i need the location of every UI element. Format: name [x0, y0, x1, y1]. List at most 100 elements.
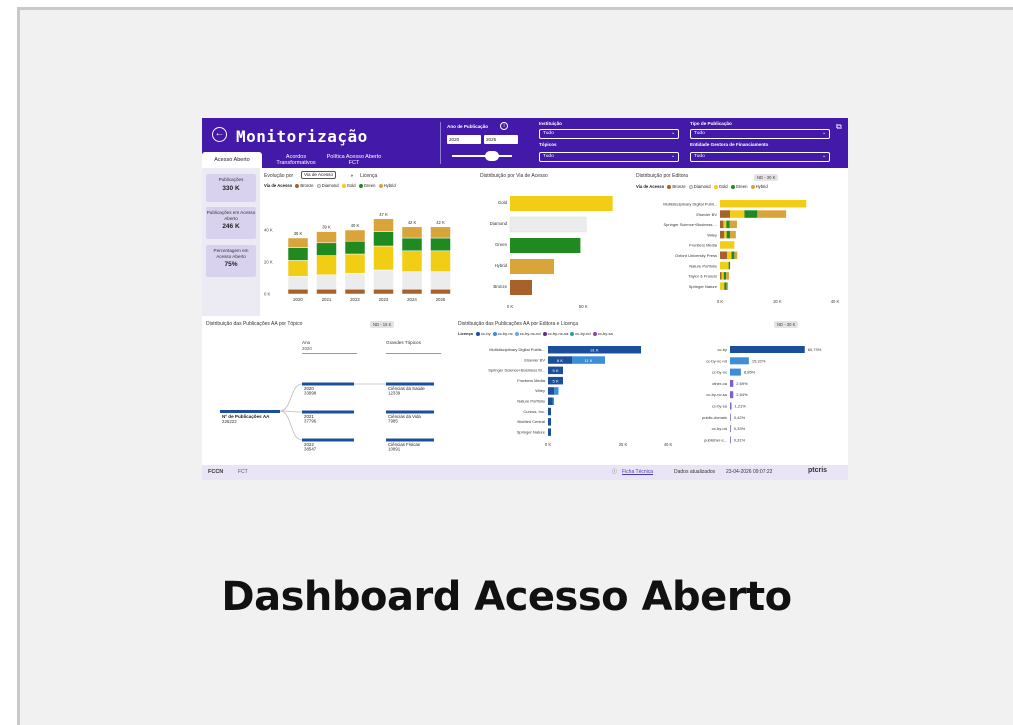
data-label: 42 K	[436, 220, 445, 225]
x-tick-label: 0 K	[717, 299, 723, 304]
topicos-dropdown[interactable]: Tudo ⌄	[539, 152, 679, 162]
data-label: 60,73%	[808, 347, 822, 352]
bar-segment-cc-by	[548, 397, 553, 405]
category-label: Hybrid	[495, 263, 508, 268]
year-from-input[interactable]: 2020	[447, 135, 481, 144]
legend-swatch	[358, 183, 363, 188]
licenca-toggle[interactable]: Licença	[360, 173, 377, 179]
bar-segment-bronze	[720, 272, 722, 280]
category-label: Springer Science+Business M...	[488, 368, 545, 373]
bar-segment-gold	[316, 255, 337, 276]
tree-node-value: 12339	[388, 391, 401, 396]
legend-item: Diamond	[693, 184, 711, 189]
bar-segment-hybrid	[757, 210, 787, 218]
bar-segment-bronze	[720, 230, 725, 239]
category-label: Cureus, Inc.	[523, 409, 545, 414]
bar-bronze	[510, 280, 532, 295]
legend-item: cc-by-nc	[497, 331, 513, 336]
category-label: Diamond	[490, 221, 508, 226]
category-label: other-oa	[712, 381, 728, 386]
tab-politica-acesso-aberto[interactable]: Política Acesso Aberto FCT	[326, 152, 382, 168]
instituicao-dropdown[interactable]: Tudo ⌄	[539, 129, 679, 139]
bar-segment-gold	[720, 282, 725, 290]
evolution-panel: Evolução por Via de Acesso ◑ Licença Via…	[262, 170, 474, 316]
data-label: 39 K	[322, 225, 331, 230]
via-de-acesso-toggle[interactable]: Via de Acesso	[301, 171, 337, 179]
bar-segment-gold	[720, 200, 807, 208]
tab-label: Acesso Aberto	[214, 157, 250, 163]
bar-segment-hybrid	[726, 272, 729, 280]
bar-other-oa	[730, 379, 734, 387]
fct-logo: FCT	[238, 469, 248, 475]
tipo-publicacao-dropdown[interactable]: Tudo ⌄	[690, 129, 830, 139]
data-updated-label: Dados atualizados	[674, 469, 716, 475]
year-to-input[interactable]: 2025	[484, 135, 518, 144]
bar-diamond	[509, 216, 587, 233]
data-label: 8,85%	[744, 370, 756, 375]
bar-segment-bronze	[720, 220, 724, 229]
year-slider-track[interactable]	[452, 155, 512, 157]
ptcris-logo: ptcris	[808, 467, 828, 474]
year-slider-handle[interactable]	[485, 151, 499, 161]
data-label: 47 K	[379, 212, 388, 217]
data-label: 0,42%	[734, 415, 746, 420]
data-label: 42 K	[408, 220, 417, 225]
nd-filter-pill[interactable]: ND - 30 K	[774, 321, 799, 328]
tipo-publicacao-label: Tipo de Publicação	[690, 121, 732, 126]
data-label: 31 K	[590, 348, 599, 353]
evolution-legend: Via de Acesso Bronze Diamond Gold Green …	[264, 183, 396, 188]
x-tick-label: 25 K	[619, 442, 628, 447]
tree-root-value: 226222	[222, 419, 237, 424]
evolution-chart: 0 K 20 K 40 K 35 K 2020 39 K 2021 40 K 2022 47 K 2…	[264, 212, 451, 302]
legend-item: cc-by-sa	[597, 331, 613, 336]
legend-swatch	[341, 183, 346, 188]
back-arrow-icon[interactable]: ←	[212, 127, 227, 142]
x-tick-label: 2025	[436, 297, 446, 302]
entidade-dropdown[interactable]: Tudo ⌄	[690, 152, 830, 162]
category-label: Multidisciplinary Digital Publi...	[663, 202, 717, 207]
bar-segment-green	[344, 240, 366, 255]
category-label: publisher-s...	[704, 437, 727, 442]
category-label: Frontiers Media	[517, 378, 546, 383]
bar-segment-cc-by	[548, 428, 551, 436]
tab-acordos-transformativos[interactable]: Acordos Transformativos	[272, 152, 320, 168]
tree-node-value: 38547	[304, 447, 317, 452]
bar-publisher-s...	[730, 436, 731, 444]
info-icon[interactable]: i	[500, 122, 508, 130]
ficha-tecnica-link[interactable]: Ficha Técnica	[622, 469, 653, 475]
x-tick-label: 0 K	[507, 304, 514, 309]
nd-filter-pill[interactable]: ND - 15 K	[370, 321, 395, 328]
category-label: Nature Portfolio	[517, 399, 546, 404]
tab-acesso-aberto[interactable]: Acesso Aberto	[202, 152, 262, 168]
category-label: Oxford University Press	[675, 253, 717, 258]
legend-swatch	[592, 331, 597, 336]
bar-gold	[510, 196, 613, 211]
evolution-title: Evolução por	[264, 173, 294, 179]
tree-column-header: Grandes Tópicos	[386, 340, 422, 345]
bar-hybrid	[510, 259, 554, 274]
bar-public-domain	[730, 413, 731, 421]
nd-filter-pill[interactable]: ND - 30 K	[754, 174, 779, 181]
dashboard-screenshot: ← Monitorização Acesso Aberto Acordos Tr…	[202, 118, 848, 480]
y-tick-label: 20 K	[264, 260, 273, 265]
legend-swatch	[542, 331, 547, 336]
data-label: 15,32%	[752, 358, 766, 363]
chevron-down-icon: ⌄	[821, 131, 826, 136]
toggle-switch-icon[interactable]: ◑	[350, 173, 353, 179]
category-label: Frontiers Media	[689, 243, 718, 248]
topic-decomposition-tree[interactable]: Ano2020Grandes TópicosNº de Publicações …	[202, 332, 452, 464]
kpi-percentagem-aa: Percentagem em Acesso Aberto 75%	[206, 245, 256, 277]
bar-segment-cc-by-nc	[554, 387, 559, 395]
dropdown-value: Tudo	[543, 154, 554, 159]
x-tick-label: 2023	[379, 297, 389, 302]
year-filter-label: Ano de Publicação	[447, 124, 489, 129]
info-circle-icon[interactable]: ⓘ	[612, 468, 617, 475]
category-label: cc-by	[717, 347, 727, 352]
bar-segment-diamond	[401, 271, 423, 290]
bar-cc-by-nc	[730, 368, 741, 376]
clear-filter-icon[interactable]: ⧉	[836, 122, 842, 132]
bar-segment-hybrid	[729, 220, 737, 229]
legend-swatch	[730, 184, 735, 189]
bar-segment-green	[430, 237, 451, 252]
category-label: cc-by-nc-nd	[706, 358, 727, 363]
